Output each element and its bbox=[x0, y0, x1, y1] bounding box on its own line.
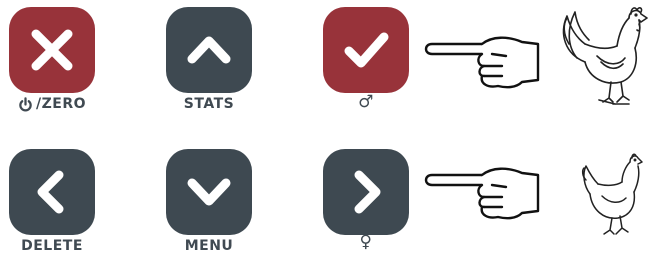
rooster-icon bbox=[562, 7, 648, 105]
delete-button-label: DELETE bbox=[21, 238, 83, 254]
chevron-up-icon bbox=[187, 36, 231, 64]
zero-button[interactable] bbox=[9, 7, 95, 93]
hen-icon bbox=[581, 153, 643, 235]
chevron-right-icon bbox=[354, 170, 381, 214]
delete-button[interactable] bbox=[9, 149, 95, 235]
menu-button[interactable] bbox=[166, 149, 252, 235]
menu-button-label: MENU bbox=[184, 238, 234, 254]
female-button[interactable] bbox=[323, 149, 409, 235]
chevron-left-icon bbox=[37, 170, 64, 214]
chevron-down-icon bbox=[187, 178, 231, 206]
checkmark-icon bbox=[344, 32, 389, 68]
male-button[interactable] bbox=[323, 7, 409, 93]
female-button-label: ♀ bbox=[359, 232, 373, 252]
pointing-hand-icon bbox=[424, 167, 540, 220]
power-icon bbox=[19, 96, 32, 111]
x-icon bbox=[31, 29, 73, 71]
stats-button-label: STATS bbox=[183, 96, 235, 112]
zero-button-label: /ZERO bbox=[0, 96, 112, 112]
stats-button[interactable] bbox=[166, 7, 252, 93]
male-button-label: ♂ bbox=[358, 92, 374, 112]
pointing-hand-icon bbox=[424, 36, 540, 89]
